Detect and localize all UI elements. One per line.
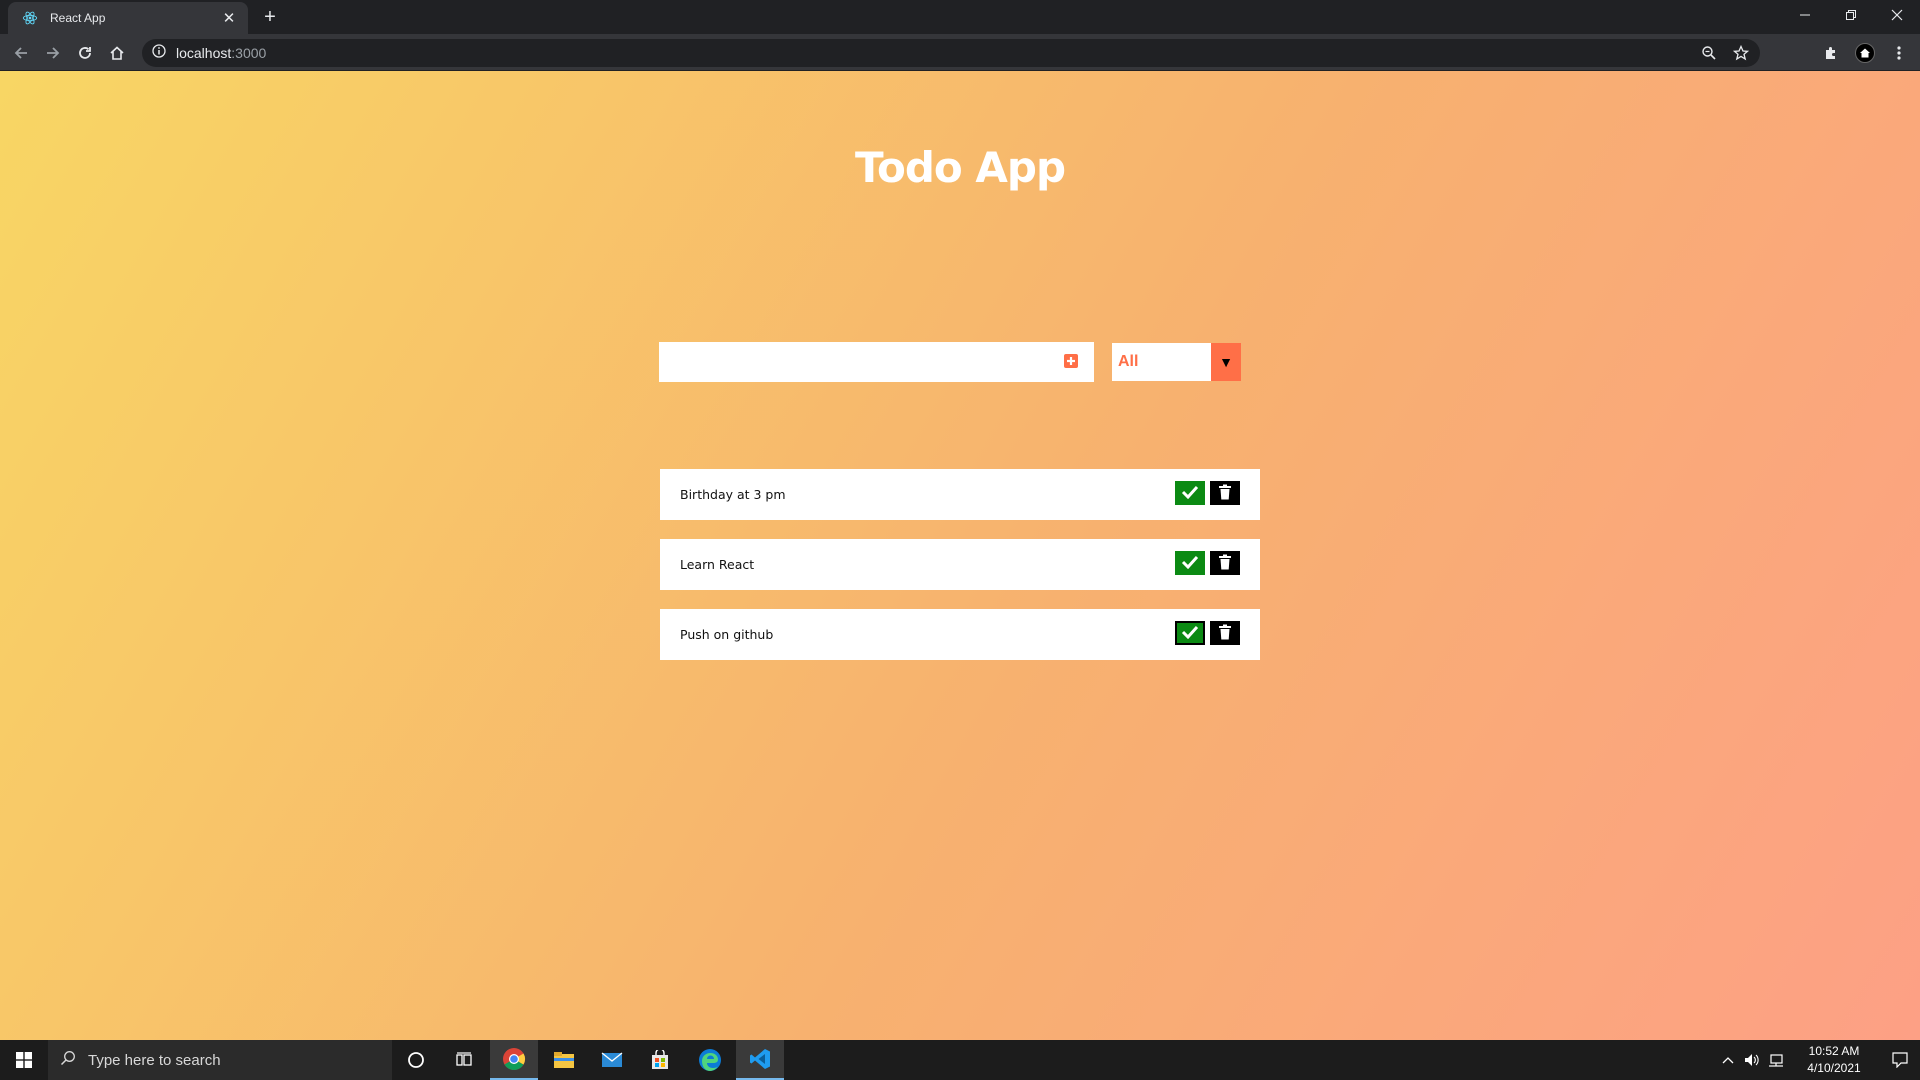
new-tab-button[interactable]: +	[258, 5, 282, 29]
complete-todo-button[interactable]	[1175, 621, 1205, 645]
delete-todo-button[interactable]	[1210, 621, 1240, 645]
todo-item: Push on github	[660, 609, 1260, 660]
todo-input[interactable]	[659, 342, 1094, 382]
todo-list: Birthday at 3 pm Learn React Push on git…	[660, 469, 1260, 679]
todo-actions	[1175, 551, 1240, 575]
vscode-icon[interactable]	[736, 1040, 784, 1080]
filter-selected-value: All	[1118, 353, 1139, 370]
close-window-icon[interactable]	[1874, 0, 1920, 30]
chrome-icon[interactable]	[490, 1040, 538, 1080]
delete-todo-button[interactable]	[1210, 481, 1240, 505]
system-tray: 10:52 AM 4/10/2021	[1716, 1040, 1920, 1080]
search-icon	[60, 1050, 76, 1071]
tab-close-icon[interactable]: ✕	[220, 9, 238, 27]
chevron-up-icon[interactable]	[1716, 1040, 1740, 1080]
trash-icon	[1218, 554, 1232, 573]
todo-text: Push on github	[680, 627, 774, 642]
forward-arrow-icon[interactable]	[40, 40, 66, 66]
todo-text: Birthday at 3 pm	[680, 487, 786, 502]
browser-tabstrip: React App ✕ +	[0, 0, 1920, 34]
complete-todo-button[interactable]	[1175, 481, 1205, 505]
browser-tab-react-app[interactable]: React App ✕	[8, 2, 248, 34]
trash-icon	[1218, 484, 1232, 503]
todo-item: Birthday at 3 pm	[660, 469, 1260, 520]
page-title: Todo App	[854, 143, 1066, 192]
search-placeholder: Type here to search	[88, 1051, 221, 1069]
home-icon[interactable]	[104, 40, 130, 66]
zoom-icon[interactable]	[1698, 43, 1720, 63]
caret-down-icon: ▼	[1211, 343, 1241, 381]
react-icon	[22, 10, 38, 26]
todo-form: All ▼	[659, 342, 1241, 382]
delete-todo-button[interactable]	[1210, 551, 1240, 575]
taskbar-clock[interactable]: 10:52 AM 4/10/2021	[1796, 1043, 1872, 1077]
filter-select[interactable]: All ▼	[1112, 343, 1241, 381]
windows-start-icon[interactable]	[0, 1040, 48, 1080]
minimize-icon[interactable]	[1782, 0, 1828, 30]
volume-icon[interactable]	[1740, 1040, 1764, 1080]
todo-actions	[1175, 481, 1240, 505]
complete-todo-button[interactable]	[1175, 551, 1205, 575]
reload-icon[interactable]	[72, 40, 98, 66]
notification-icon[interactable]	[1880, 1040, 1920, 1080]
add-todo-button[interactable]	[1059, 350, 1083, 374]
browser-toolbar: localhost:3000	[0, 34, 1920, 71]
info-icon[interactable]	[152, 43, 166, 63]
clock-date: 4/10/2021	[1807, 1061, 1861, 1075]
check-icon	[1181, 625, 1199, 642]
page-viewport: Todo App All ▼ Birthday at 3 pm Learn Re…	[0, 71, 1920, 1040]
edge-icon[interactable]	[686, 1040, 734, 1080]
file-explorer-icon[interactable]	[540, 1040, 588, 1080]
windows-taskbar: Type here to search 10:52 AM 4/10/2021	[0, 1040, 1920, 1080]
browser-menu-icon[interactable]	[1886, 40, 1912, 66]
store-icon[interactable]	[636, 1040, 684, 1080]
back-arrow-icon[interactable]	[8, 40, 34, 66]
profile-avatar[interactable]	[1852, 40, 1878, 66]
extensions-puzzle-icon[interactable]	[1818, 40, 1844, 66]
check-icon	[1181, 485, 1199, 502]
check-icon	[1181, 555, 1199, 572]
mail-icon[interactable]	[588, 1040, 636, 1080]
bookmark-star-icon[interactable]	[1730, 43, 1752, 63]
restore-icon[interactable]	[1828, 0, 1874, 30]
taskbar-search-box[interactable]: Type here to search	[48, 1040, 392, 1080]
cortana-icon[interactable]	[392, 1040, 440, 1080]
trash-icon	[1218, 624, 1232, 643]
todo-actions	[1175, 621, 1240, 645]
plus-square-icon	[1063, 353, 1079, 372]
window-controls	[1782, 0, 1920, 30]
url-port: :3000	[231, 45, 267, 61]
clock-time: 10:52 AM	[1808, 1044, 1860, 1058]
address-bar[interactable]: localhost:3000	[142, 39, 1760, 67]
todo-item: Learn React	[660, 539, 1260, 590]
network-icon[interactable]	[1764, 1040, 1788, 1080]
tab-title: React App	[50, 11, 106, 25]
url-host: localhost	[176, 45, 232, 61]
profile-icon	[1855, 43, 1875, 63]
todo-text: Learn React	[680, 557, 755, 572]
task-view-icon[interactable]	[440, 1040, 488, 1080]
